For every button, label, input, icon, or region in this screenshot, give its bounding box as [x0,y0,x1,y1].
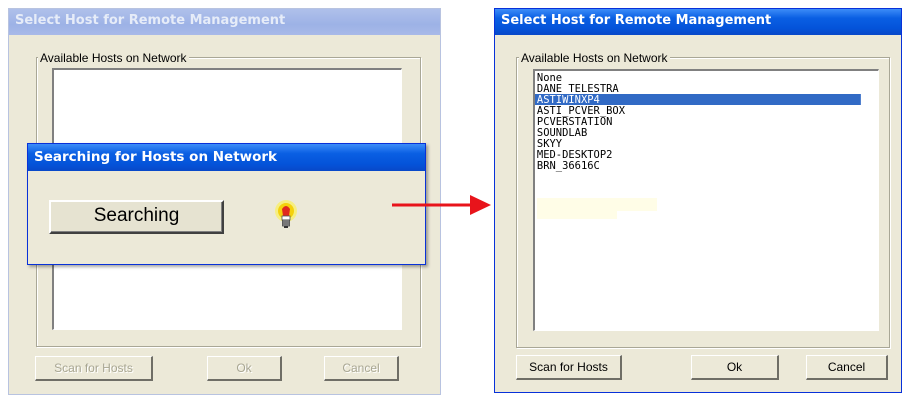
left-scan-button[interactable]: Scan for Hosts [35,356,153,381]
search-dialog-title: Searching for Hosts on Network [28,144,425,171]
searching-status-box: Searching [49,200,224,234]
right-host-window: Select Host for Remote Management Availa… [494,8,902,393]
right-window-title: Select Host for Remote Management [495,9,901,35]
highlight-mark [537,198,657,211]
right-scan-button[interactable]: Scan for Hosts [516,355,622,380]
right-group-label: Available Hosts on Network [519,51,670,65]
search-dialog: Searching for Hosts on Network Searching [27,143,426,265]
lightbulb-icon [275,200,297,228]
searching-status-text: Searching [93,205,180,226]
right-arrow-icon [392,195,491,215]
host-list-item[interactable]: BRN_36616C [535,160,861,171]
right-cancel-button[interactable]: Cancel [806,355,888,380]
left-cancel-button[interactable]: Cancel [324,356,399,381]
right-ok-button[interactable]: Ok [691,355,779,380]
left-ok-button[interactable]: Ok [207,356,282,381]
right-host-list[interactable]: None DANE_TELESTRA ASTIWINXP4 ASTI_PCVER_BO… [533,69,879,331]
highlight-mark [537,211,617,219]
left-window-title: Select Host for Remote Management [9,9,440,35]
left-group-label: Available Hosts on Network [38,51,189,65]
host-list-item[interactable]: SOUNDLAB [535,127,861,138]
